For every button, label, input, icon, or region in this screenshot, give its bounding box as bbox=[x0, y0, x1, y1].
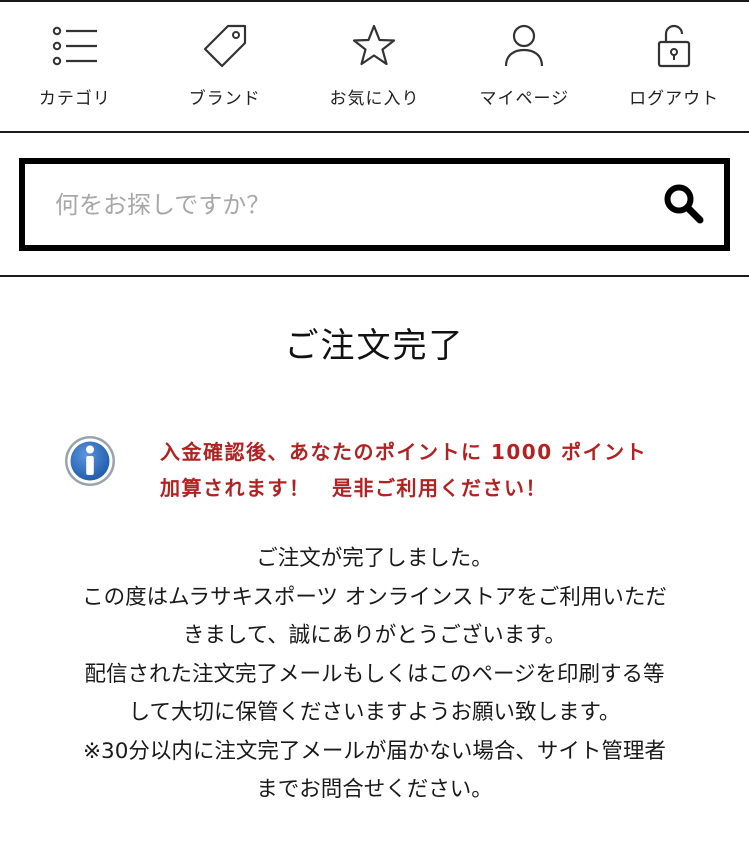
message-line: ※30分以内に注文完了メールが届かない場合、サイト管理者 bbox=[83, 738, 666, 764]
unlock-icon bbox=[650, 22, 698, 70]
points-notice-line: 加算されます！ 是非ご利用ください！ bbox=[160, 476, 547, 500]
points-notice-line: 入金確認後、あなたのポイントに 1000 ポイント bbox=[160, 440, 648, 464]
search-box bbox=[19, 158, 730, 251]
nav-label-logout: ログアウト bbox=[629, 89, 720, 109]
info-icon bbox=[63, 434, 117, 488]
star-icon bbox=[350, 22, 398, 70]
nav-label-mypage: マイページ bbox=[479, 89, 570, 109]
search-icon[interactable] bbox=[662, 182, 706, 226]
page-title: ご注文完了 bbox=[284, 326, 465, 366]
message-line: この度はムラサキスポーツ オンラインストアをご利用いただ bbox=[82, 584, 667, 610]
user-icon bbox=[500, 22, 548, 70]
message-line: ご注文が完了しました。 bbox=[256, 546, 493, 571]
points-notice: 入金確認後、あなたのポイントに 1000 ポイント 加算されます！ 是非ご利用く… bbox=[160, 434, 720, 506]
nav-divider bbox=[0, 131, 749, 133]
search-input[interactable] bbox=[55, 164, 655, 245]
tag-icon bbox=[201, 22, 249, 70]
nav-label-brand: ブランド bbox=[188, 89, 261, 109]
message-line: までお問合せください。 bbox=[256, 777, 493, 802]
search-divider bbox=[0, 275, 749, 277]
nav-item-mypage[interactable]: マイページ bbox=[449, 2, 599, 132]
nav-item-logout[interactable]: ログアウト bbox=[599, 2, 749, 132]
nav-item-brand[interactable]: ブランド bbox=[150, 2, 300, 132]
list-icon bbox=[51, 22, 99, 70]
message-line: きまして、誠にありがとうございます。 bbox=[182, 623, 567, 648]
message-line: 配信された注文完了メールもしくはこのページを印刷する等 bbox=[84, 661, 665, 687]
nav-item-favorites[interactable]: お気に入り bbox=[300, 2, 450, 132]
nav-item-category[interactable]: カテゴリ bbox=[0, 2, 150, 132]
top-nav: カテゴリ ブランド お気に入り マイページ ログアウト bbox=[0, 2, 749, 132]
nav-label-favorites: お気に入り bbox=[329, 89, 420, 109]
nav-label-category: カテゴリ bbox=[38, 89, 111, 109]
message-line: して大切に保管くださいますようお願い致します。 bbox=[128, 700, 621, 725]
completion-message: ご注文が完了しました。 この度はムラサキスポーツ オンラインストアをご利用いただ… bbox=[20, 540, 729, 810]
